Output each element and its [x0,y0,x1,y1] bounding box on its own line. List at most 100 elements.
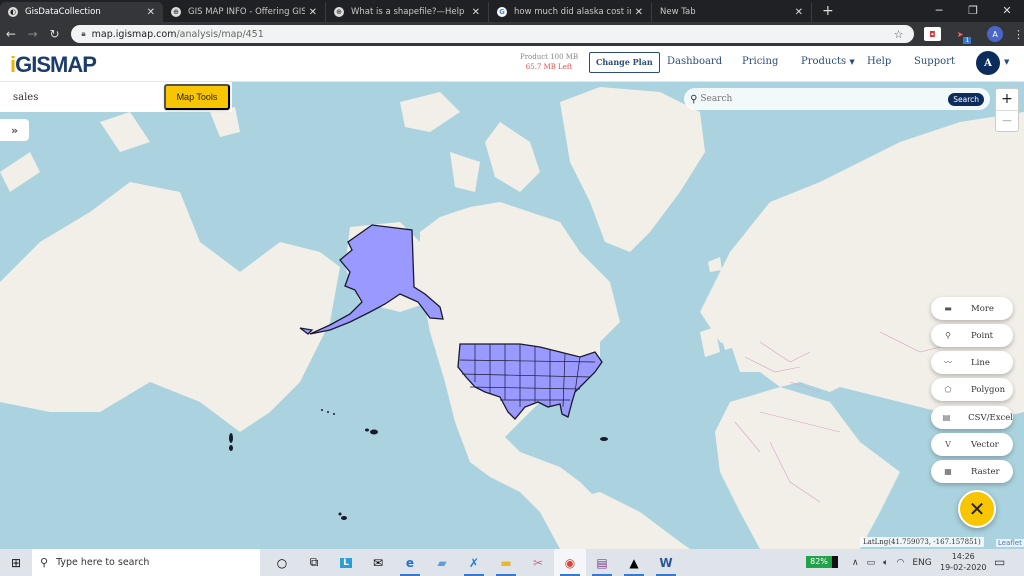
browser-tab[interactable]: G how much did alaska cost in tod ✕ [489,2,652,22]
search-input[interactable] [700,94,931,104]
url-host: map.igismap.com [91,28,177,40]
search-icon: ⚲ [690,93,698,105]
battery-percent: 82% [806,556,832,568]
nav-pricing[interactable]: Pricing [742,56,778,67]
tab-title: GIS MAP INFO - Offering GIS rel [188,7,305,17]
tool-label: Polygon [971,384,1006,395]
photos-icon[interactable]: ▲ [618,549,650,576]
igismap-logo[interactable]: iGISMAP [10,52,97,78]
tool-raster-button[interactable]: ▦ Raster [931,460,1013,483]
battery-meter: 82% [806,556,838,568]
tab-title: how much did alaska cost in tod [514,7,631,17]
tool-label: Line [971,357,990,368]
close-tab-icon[interactable]: ✕ [147,7,155,18]
more-icon: ▬ [944,304,952,313]
map-canvas[interactable] [0,82,1024,549]
lock-icon: 🔒︎ [81,29,86,38]
csv-file-icon: ▤ [942,413,951,422]
tool-vector-button[interactable]: V Vector [931,433,1013,456]
zoom-out-button[interactable]: − [996,110,1018,131]
language-indicator[interactable]: ENG [912,558,931,568]
maximize-icon[interactable]: ❐ [956,0,990,22]
tool-line-button[interactable]: 〰 Line [931,351,1013,374]
taskbar-clock[interactable]: 14:26 19-02-2020 [940,551,987,573]
tool-csv-excel-button[interactable]: ▤ CSV/Excel [931,406,1013,429]
battery-icon[interactable]: ▭ [867,558,876,568]
vscode-icon[interactable]: ✗ [458,549,490,576]
tool-label: Vector [971,439,999,450]
mail-icon[interactable]: ✉ [362,549,394,576]
polygon-icon: ⬠ [944,385,952,394]
close-tab-icon[interactable]: ✕ [472,7,480,18]
file-explorer-icon[interactable]: ▬ [490,549,522,576]
edge-icon[interactable]: e [394,549,426,576]
tool-label: Point [971,330,994,341]
bookmark-star-icon[interactable]: ☆ [894,28,904,41]
tool-point-button[interactable]: ⚲ Point [931,324,1013,347]
zoom-in-button[interactable]: + [996,89,1018,110]
chevron-down-icon[interactable]: ▼ [1004,58,1009,66]
vector-icon: V [945,440,951,449]
extension-icon[interactable]: ➤ 1 [951,27,972,44]
app-header: iGISMAP Product 100 MB 65.7 MB Left Chan… [0,46,1024,82]
taskbar-search-placeholder: Type here to search [56,557,150,568]
browser-tab[interactable]: ⊕ What is a shapefile?—Help | Arc ✕ [326,2,489,22]
reload-icon[interactable]: ↻ [44,27,66,41]
land-south-america [560,492,690,549]
close-icon[interactable]: ✕ [990,0,1024,22]
winrar-icon[interactable]: ▤ [586,549,618,576]
quota-total: Product 100 MB [520,53,579,61]
menu-kebab-icon[interactable]: ⋮ [1013,28,1024,41]
forward-icon[interactable]: → [22,27,44,41]
taskbar-search[interactable]: ⚲ Type here to search [32,549,260,576]
new-tab-button[interactable]: + [822,3,834,19]
windows-start-icon[interactable]: ⊞ [0,556,32,570]
browser-tab-strip: ◐ GisDataCollection ✕ ⊕ GIS MAP INFO - O… [0,0,1024,22]
nav-support[interactable]: Support [914,56,955,67]
gis-favicon-icon: ◐ [8,7,18,17]
pocket-extension-icon[interactable]: ◘ [923,27,942,41]
nav-dashboard[interactable]: Dashboard [667,56,722,67]
tool-more-button[interactable]: ▬ More [931,297,1013,320]
tab-title: GisDataCollection [25,7,101,17]
cortana-icon[interactable]: ○ [266,549,298,576]
map-search-bar: ⚲ Search [684,88,990,110]
close-tools-fab[interactable]: ✕ [958,490,996,528]
expand-panel-button[interactable]: » [0,119,29,141]
layer-name[interactable]: sales [13,92,38,103]
clock-time: 14:26 [951,552,975,561]
profile-avatar[interactable]: A [987,26,1004,42]
browser-tab[interactable]: ◐ GisDataCollection ✕ [0,2,163,22]
search-button[interactable]: Search [948,92,984,106]
raster-icon: ▦ [944,467,952,476]
word-icon[interactable]: W [650,549,682,576]
leaflet-attribution[interactable]: Leaflet [996,539,1024,547]
search-icon: ⚲ [40,556,49,569]
tab-title: What is a shapefile?—Help | Arc [351,7,468,17]
notification-center-icon[interactable]: ▭ [994,555,1005,569]
nav-products[interactable]: Products ▼ [801,56,855,67]
snipping-tool-icon[interactable]: ✂ [522,549,554,576]
user-avatar[interactable]: A [976,51,1000,75]
tool-polygon-button[interactable]: ⬠ Polygon [931,378,1013,401]
minimize-icon[interactable]: ─ [922,0,956,22]
nav-help[interactable]: Help [867,56,891,67]
close-tab-icon[interactable]: ✕ [635,7,643,18]
task-view-icon[interactable]: ⧉ [298,549,330,576]
browser-tab[interactable]: ⊕ GIS MAP INFO - Offering GIS rel ✕ [163,2,326,22]
volume-icon[interactable]: 🔈︎ [883,558,888,568]
back-icon[interactable]: ← [0,27,22,41]
zoom-control: + − [995,88,1019,132]
close-tab-icon[interactable]: ✕ [795,7,803,18]
browser-tab[interactable]: New Tab ✕ [652,2,812,22]
chrome-icon[interactable]: ◉ [554,549,586,576]
map-tools-button[interactable]: Map Tools [164,84,230,110]
change-plan-button[interactable]: Change Plan [589,52,660,73]
app-icon[interactable]: ▰ [426,549,458,576]
land-africa [715,387,900,549]
app-l-icon[interactable]: L [330,549,362,576]
wifi-icon[interactable]: ◠ [897,558,905,568]
address-bar[interactable]: 🔒︎ map.igismap.com/analysis/map/451 ☆ [71,25,914,43]
close-tab-icon[interactable]: ✕ [309,7,317,18]
show-hidden-icons[interactable]: ∧ [852,558,859,568]
